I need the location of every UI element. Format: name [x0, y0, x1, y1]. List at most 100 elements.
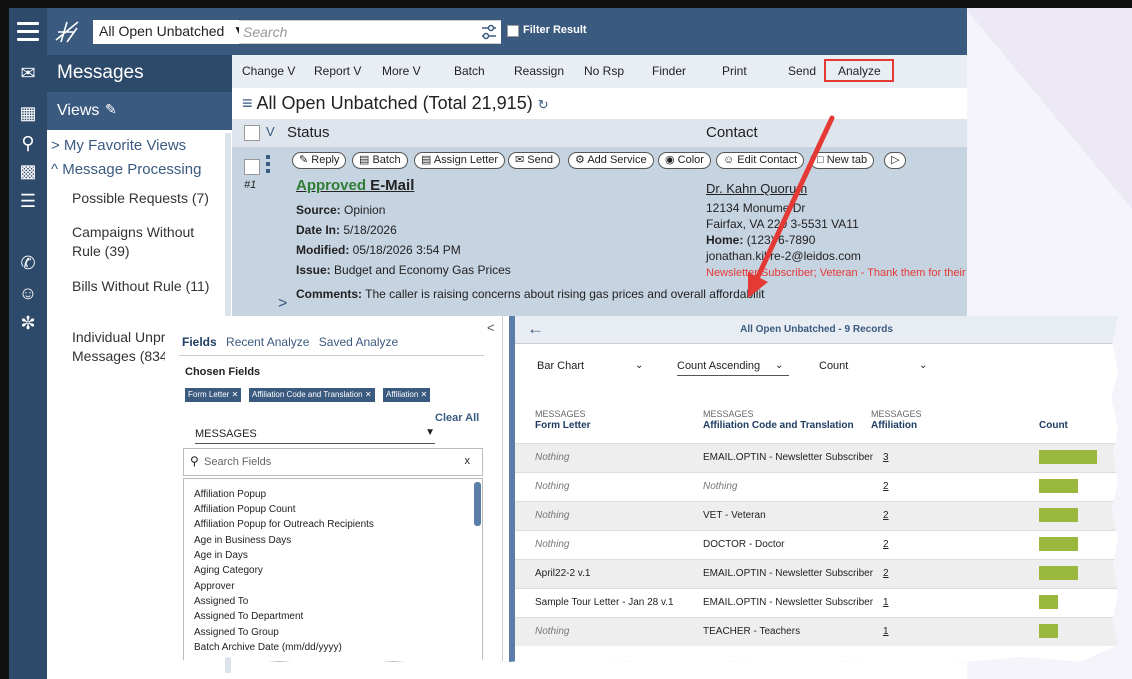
record-checkbox[interactable] — [244, 159, 260, 175]
tag-button[interactable]: ▷ — [884, 152, 907, 169]
toolbar-send-button[interactable]: Send — [788, 64, 816, 78]
contact-email[interactable]: jonathan.kil re-2@leidos.com — [706, 249, 861, 263]
assign-letter-button[interactable]: ▤ Assign Letter — [414, 152, 506, 169]
tab-recent-analyze[interactable]: Recent Analyze — [226, 335, 309, 349]
add-service-button[interactable]: ⚙ Add Service — [568, 152, 654, 169]
table-row[interactable]: April22-2 v.1 EMAIL.OPTIN - Newsletter Su… — [515, 559, 1118, 588]
hamburger-menu-icon[interactable] — [9, 8, 47, 55]
layers-icon[interactable]: ☰ — [16, 189, 40, 213]
record-date-in: Date In: 5/18/2026 — [296, 223, 397, 237]
new-tab-button[interactable]: □ New tab — [810, 152, 875, 169]
bar-chart-icon[interactable]: ▩ — [16, 159, 40, 183]
phone-icon[interactable]: ✆ — [16, 251, 40, 275]
filter-sliders-icon[interactable] — [479, 22, 499, 42]
column-header-affiliation[interactable]: MESSAGES Affiliation — [871, 409, 922, 431]
list-item[interactable]: Affiliation Popup — [194, 489, 266, 500]
column-header-affiliation-code[interactable]: MESSAGES Affiliation Code and Translatio… — [703, 409, 854, 431]
sort-select[interactable]: Count Ascending ⌄ — [677, 360, 789, 376]
compass-icon[interactable]: ✼ — [16, 311, 40, 335]
refresh-icon[interactable]: ↻ — [538, 97, 549, 112]
field-source-select[interactable]: MESSAGES ▼ — [195, 426, 435, 444]
measure-select[interactable]: Count ⌄ — [819, 360, 929, 372]
cell-count-link[interactable]: 1 — [883, 597, 889, 608]
search-input[interactable]: Search — [239, 20, 501, 44]
list-item[interactable]: Batch Archive Date (mm/dd/yyyy) — [194, 642, 342, 653]
column-header-form-letter[interactable]: MESSAGES Form Letter — [535, 409, 591, 431]
chart-type-select[interactable]: Bar Chart ⌄ — [537, 360, 647, 372]
toolbar-print-button[interactable]: Print — [722, 64, 747, 78]
chip-affiliation[interactable]: Affiliation ✕ — [383, 388, 431, 402]
issue-label: Issue: — [296, 263, 331, 277]
chip-form-letter[interactable]: Form Letter ✕ — [185, 388, 242, 402]
batch-button[interactable]: ▤ Batch — [352, 152, 408, 169]
select-all-checkbox[interactable] — [244, 125, 260, 141]
record-status-link[interactable]: Approved E-Mail — [296, 177, 414, 194]
sidebar-item-possible-requests[interactable]: Possible Requests (7) — [72, 189, 222, 208]
views-grid-icon[interactable]: ▦ — [16, 101, 40, 125]
chip-affiliation-code[interactable]: Affiliation Code and Translation ✕ — [249, 388, 375, 402]
list-item[interactable]: Affiliation Popup for Outreach Recipient… — [194, 519, 374, 530]
list-item[interactable]: Age in Days — [194, 550, 248, 561]
cell-affiliation-code: Nothing — [703, 481, 738, 492]
cell-count-link[interactable]: 3 — [883, 452, 889, 463]
home-label: Home: — [706, 233, 744, 247]
list-item[interactable]: Affiliation Popup Count — [194, 504, 296, 515]
table-row[interactable]: Nothing DOCTOR - Doctor 2 — [515, 530, 1118, 559]
sidebar-item-message-processing[interactable]: ^ Message Processing — [51, 161, 201, 178]
filter-result-checkbox[interactable] — [507, 25, 519, 37]
collapse-panel-button[interactable]: < — [487, 320, 495, 335]
table-row[interactable]: Nothing EMAIL.OPTIN - Newsletter Subscrib… — [515, 443, 1118, 472]
cell-count-link[interactable]: 1 — [883, 626, 889, 637]
add-user-icon[interactable]: ☺ — [16, 281, 40, 305]
table-row[interactable]: Nothing TEACHER - Teachers 1 — [515, 617, 1118, 646]
mail-icon[interactable]: ✉ — [16, 61, 40, 85]
list-item[interactable]: Assigned To Department — [194, 611, 303, 622]
toolbar-reassign-button[interactable]: Reassign — [514, 64, 564, 78]
cell-count-link[interactable]: 2 — [883, 481, 889, 492]
record-expand-button[interactable]: > — [278, 295, 287, 313]
column-header-status[interactable]: Status — [287, 124, 330, 141]
sidebar-item-bills-without-rule[interactable]: Bills Without Rule (11) — [72, 277, 222, 296]
tab-saved-analyze[interactable]: Saved Analyze — [319, 335, 398, 349]
search-icon[interactable]: ⚲ — [16, 131, 40, 155]
list-item[interactable]: Aging Category — [194, 565, 263, 576]
toolbar-report-menu[interactable]: Report V — [314, 64, 361, 78]
modified-value: 05/18/2026 3:54 PM — [352, 243, 461, 257]
toolbar-no-rsp-button[interactable]: No Rsp — [584, 64, 624, 78]
column-header-contact[interactable]: Contact — [706, 124, 758, 141]
table-row[interactable]: Nothing Nothing 2 — [515, 472, 1118, 501]
contact-name-link[interactable]: Dr. Kahn Quorum — [706, 181, 807, 196]
send-button[interactable]: ✉ Send — [508, 152, 560, 169]
clear-all-link[interactable]: Clear All — [435, 412, 479, 424]
sidebar-item-favorite-views[interactable]: > My Favorite Views — [51, 137, 186, 154]
cell-count-link[interactable]: 2 — [883, 539, 889, 550]
field-search-input[interactable]: ⚲ Search Fields x — [183, 448, 483, 476]
tab-fields[interactable]: Fields — [182, 335, 217, 349]
edit-contact-button[interactable]: ☺ Edit Contact — [716, 152, 805, 169]
column-header-count[interactable]: Count — [1039, 420, 1068, 431]
list-item[interactable]: Age in Business Days — [194, 535, 291, 546]
color-button[interactable]: ◉ Color — [658, 152, 711, 169]
filter-list-icon[interactable]: ≡ — [242, 93, 253, 113]
cell-count-link[interactable]: 2 — [883, 568, 889, 579]
sidebar-item-campaigns-without-rule[interactable]: Campaigns Without Rule (39) — [72, 223, 222, 261]
pencil-icon[interactable]: ✎ — [105, 101, 117, 118]
select-dropdown-icon[interactable]: V — [266, 124, 275, 139]
cell-count-link[interactable]: 2 — [883, 510, 889, 521]
list-item[interactable]: Approver — [194, 581, 235, 592]
table-row[interactable]: Sample Tour Letter - Jan 28 v.1 EMAIL.OPT… — [515, 588, 1118, 617]
field-source-value: MESSAGES — [195, 428, 257, 440]
toolbar-batch-button[interactable]: Batch — [454, 64, 485, 78]
list-item[interactable]: Assigned To — [194, 596, 248, 607]
field-list-scrollbar[interactable] — [474, 482, 481, 526]
table-row[interactable]: Nothing VET - Veteran 2 — [515, 501, 1118, 530]
reply-button[interactable]: ✎ Reply — [292, 152, 347, 169]
toolbar-change-menu[interactable]: Change V — [242, 64, 295, 78]
list-item[interactable]: Assigned To Group — [194, 627, 279, 638]
drag-handle-icon[interactable] — [266, 155, 270, 177]
cell-form-letter: Nothing — [535, 481, 570, 492]
toolbar-finder-button[interactable]: Finder — [652, 64, 686, 78]
clear-search-icon[interactable]: x — [465, 455, 471, 467]
views-header[interactable]: Views ✎ — [47, 92, 232, 130]
toolbar-more-menu[interactable]: More V — [382, 64, 421, 78]
